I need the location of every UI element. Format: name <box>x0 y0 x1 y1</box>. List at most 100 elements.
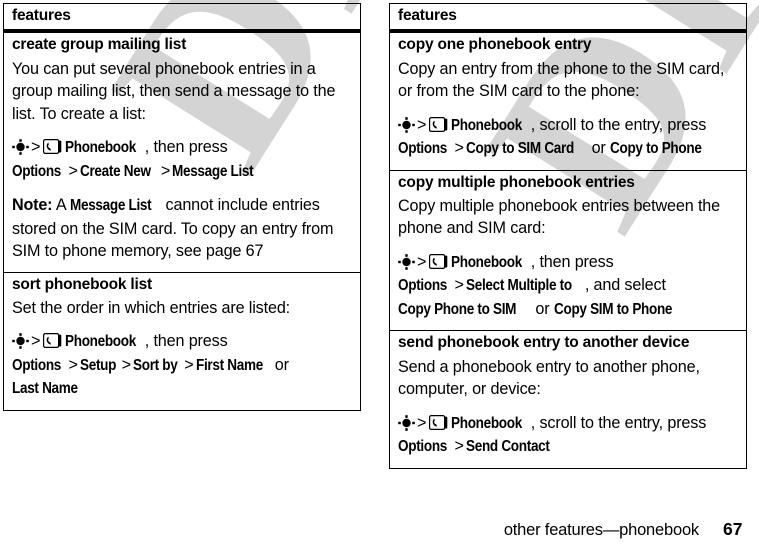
note-text: A <box>52 196 70 215</box>
menu-token: Last Name <box>12 380 78 398</box>
feature-note: Note: A Message List cannot include entr… <box>12 194 352 263</box>
menu-token: Sort by <box>132 356 178 374</box>
conjunction-or: or <box>270 355 289 374</box>
menu-token: Select Multiple to <box>465 277 572 295</box>
feature-description: You can put several phonebook entries in… <box>12 59 336 123</box>
separator-gt: > <box>31 138 41 157</box>
instruction-step: Options > Copy to SIM Card or Copy to Phon… <box>398 137 738 161</box>
navigation-key-icon <box>12 333 29 350</box>
note-label: Note: <box>12 196 53 215</box>
app-name-phonebook: Phonebook <box>65 139 137 157</box>
feature-body: You can put several phonebook entries in… <box>4 58 360 272</box>
navigation-key-icon <box>398 116 415 133</box>
feature-title: sort phonebook list <box>12 275 153 293</box>
step-trailing-text: , then press <box>144 332 228 351</box>
conjunction-or: or <box>587 139 611 158</box>
phonebook-icon <box>429 116 448 132</box>
separator-gt: > <box>160 161 171 180</box>
navigation-key-icon <box>398 254 415 270</box>
feature-description: Send a phonebook entry to another phone,… <box>398 357 700 399</box>
navigation-key-icon <box>12 139 29 155</box>
step-trailing-text: , then press <box>144 138 228 157</box>
phonebook-icon <box>429 414 448 430</box>
feature-section: create group mailing list You can put sev… <box>4 33 360 271</box>
feature-body: Set the order in which entries are liste… <box>4 297 360 410</box>
instruction-step: Options > Select Multiple to , and select <box>398 274 738 298</box>
features-column-left: features create group mailing list You ca… <box>3 3 361 411</box>
separator-gt: > <box>417 413 427 432</box>
step-trailing-text: , scroll to the entry, press <box>530 413 707 432</box>
feature-title: send phonebook entry to another device <box>398 334 690 352</box>
menu-token: First Name <box>195 356 263 374</box>
separator-gt: > <box>454 139 464 158</box>
features-table: features copy one phonebook entry Copy an… <box>389 3 747 469</box>
menu-token: Copy Phone to SIM <box>398 300 517 318</box>
manual-page: features create group mailing list You ca… <box>0 0 759 547</box>
feature-body: Copy an entry from the phone to the SIM … <box>390 58 746 170</box>
phonebook-icon <box>43 332 62 349</box>
instruction-step: > Phonebook , scroll to the entry, press <box>398 114 738 138</box>
menu-token: Options <box>12 162 62 180</box>
instruction-step: Copy Phone to SIM or Copy SIM to Phone <box>398 298 738 322</box>
separator-gt: > <box>31 332 41 351</box>
feature-description: Copy an entry from the phone to the SIM … <box>398 59 725 101</box>
separator-gt: > <box>454 437 464 456</box>
phonebook-icon <box>429 253 448 269</box>
app-name-phonebook: Phonebook <box>451 253 523 271</box>
feature-body: Copy multiple phonebook entries between … <box>390 195 746 331</box>
instruction-step: Options > Send Contact <box>398 435 738 459</box>
feature-description: Copy multiple phonebook entries between … <box>398 196 721 238</box>
separator-gt: > <box>184 355 194 374</box>
menu-token: Setup <box>79 356 116 374</box>
instruction-step: Options > Setup > Sort by > First Name or Last… <box>12 354 352 401</box>
sections-container: create group mailing list You can put sev… <box>4 33 360 410</box>
table-header-features: features <box>390 4 746 34</box>
features-table: features create group mailing list You ca… <box>3 3 361 411</box>
menu-token: Message List <box>69 197 152 215</box>
menu-token: Create New <box>79 162 151 180</box>
feature-section: sort phonebook list Set the order in whic… <box>4 271 360 410</box>
app-name-phonebook: Phonebook <box>65 333 137 351</box>
instruction-step: > Phonebook , scroll to the entry, press <box>398 412 738 436</box>
feature-section: copy multiple phonebook entries Copy mult… <box>390 169 746 331</box>
feature-description: Set the order in which entries are liste… <box>12 298 291 317</box>
step-trailing-text: , and select <box>584 276 666 295</box>
menu-token: Options <box>398 438 448 456</box>
feature-body: Send a phonebook entry to another phone,… <box>390 356 746 468</box>
feature-title: create group mailing list <box>12 36 187 54</box>
menu-token: Options <box>12 356 62 374</box>
conjunction-or: or <box>531 299 554 318</box>
app-name-phonebook: Phonebook <box>451 414 523 432</box>
table-header-features: features <box>4 4 360 34</box>
menu-token: Options <box>398 277 448 295</box>
phonebook-icon <box>43 138 62 155</box>
separator-gt: > <box>417 252 427 271</box>
instruction-step: > Phonebook , then press <box>12 136 352 160</box>
instruction-step: > Phonebook , then press <box>12 330 352 354</box>
feature-section: send phonebook entry to another device Se… <box>390 330 746 467</box>
app-name-phonebook: Phonebook <box>451 116 523 134</box>
feature-section: copy one phonebook entry Copy an entry fr… <box>390 33 746 169</box>
menu-token: Copy to Phone <box>610 140 702 158</box>
instruction-step: > Phonebook , then press <box>398 251 738 275</box>
footer-page-number: 67 <box>723 519 743 539</box>
menu-token: Send Contact <box>465 438 550 456</box>
navigation-key-icon <box>398 415 415 431</box>
step-trailing-text: , then press <box>530 252 614 271</box>
separator-gt: > <box>121 355 131 374</box>
separator-gt: > <box>454 276 464 295</box>
feature-title: copy one phonebook entry <box>398 36 592 54</box>
sections-container: copy one phonebook entry Copy an entry fr… <box>390 33 746 468</box>
separator-gt: > <box>68 161 78 180</box>
page-footer: other features—phonebook 67 <box>0 519 759 540</box>
menu-token: Copy to SIM Card <box>465 140 574 158</box>
menu-token: Options <box>398 140 448 158</box>
instruction-step: Options > Create New > Message List <box>12 160 352 184</box>
feature-title: copy multiple phonebook entries <box>398 173 635 191</box>
footer-title: other features—phonebook <box>503 521 699 539</box>
menu-token: Copy SIM to Phone <box>553 300 673 318</box>
separator-gt: > <box>417 115 427 134</box>
menu-token: Message List <box>172 162 254 180</box>
features-column-right: features copy one phonebook entry Copy an… <box>389 3 747 469</box>
step-trailing-text: , scroll to the entry, press <box>530 115 707 134</box>
